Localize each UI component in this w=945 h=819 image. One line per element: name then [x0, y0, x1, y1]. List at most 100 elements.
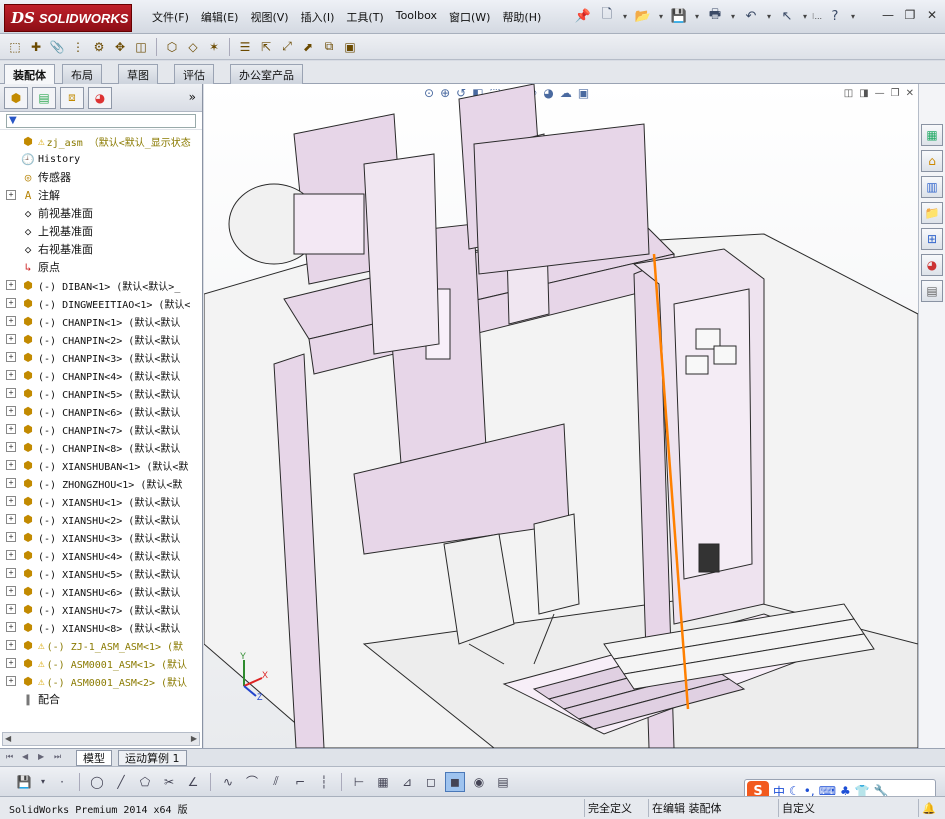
show-hidden-icon[interactable]: ◫ [132, 38, 150, 56]
scroll-left-icon[interactable]: ◀ [5, 734, 11, 743]
tree-node[interactable]: + ⬢ (-) XIANSHUBAN<1> (默认<默 [0, 456, 202, 474]
custom-properties-icon[interactable]: ▤ [921, 280, 943, 302]
tree-node[interactable]: 🕘 History [0, 150, 202, 168]
tree-horizontal-scrollbar[interactable]: ◀ ▶ [2, 732, 200, 746]
tree-node[interactable]: + ⬢ (-) XIANSHU<4> (默认<默认 [0, 546, 202, 564]
tree-node[interactable]: + ⬢ (-) CHANPIN<8> (默认<默认 [0, 438, 202, 456]
notification-icon[interactable]: 🔔 [918, 799, 939, 817]
sketch-fillet-icon[interactable]: ⌒ [242, 772, 262, 792]
shaded-view-icon[interactable]: ◼ [445, 771, 465, 792]
expand-icon[interactable]: + [6, 334, 16, 344]
solidworks-resources-icon[interactable]: ▦ [921, 124, 943, 146]
first-tab-icon[interactable]: ⏮ [6, 752, 13, 762]
expand-icon[interactable]: + [6, 406, 16, 416]
chevron-down-icon[interactable]: ▾ [764, 6, 774, 26]
file-explorer-icon[interactable]: 📁 [921, 202, 943, 224]
tab-assembly[interactable]: 装配体 [4, 64, 55, 84]
tree-node[interactable]: ◎ 传感器 [0, 168, 202, 186]
new-part-icon[interactable]: ✚ [27, 38, 45, 56]
tree-node[interactable]: + ⬢ ⚠ (-) ZJ-1_ASM_ASM<1> (默 [0, 636, 202, 654]
smart-dimension-icon[interactable]: ⊢ [349, 772, 369, 792]
minimize-icon[interactable]: — [879, 6, 897, 24]
expand-icon[interactable]: + [6, 586, 16, 596]
undo-icon[interactable]: ↶ [740, 6, 762, 26]
next-tab-icon[interactable]: ▶ [38, 752, 44, 761]
tree-node[interactable]: + ⬢ (-) DIBAN<1> (默认<默认>_ [0, 276, 202, 294]
expand-icon[interactable]: + [6, 640, 16, 650]
tree-node[interactable]: + ⬢ (-) CHANPIN<1> (默认<默认 [0, 312, 202, 330]
feature-manager-tab-icon[interactable]: ⬢ [4, 86, 28, 109]
design-library-icon[interactable]: ▥ [921, 176, 943, 198]
tree-node[interactable]: + ⬢ (-) CHANPIN<7> (默认<默认 [0, 420, 202, 438]
expand-icon[interactable]: + [6, 190, 16, 200]
home-icon[interactable]: ⌂ [921, 150, 943, 172]
expand-icon[interactable]: + [6, 280, 16, 290]
relation-icon[interactable]: ⊿ [397, 772, 417, 792]
scroll-right-icon[interactable]: ▶ [191, 734, 197, 743]
tree-node[interactable]: + ⬢ ⚠ (-) ASM0001_ASM<2> (默认 [0, 672, 202, 690]
chevron-down-icon[interactable]: ▾ [848, 6, 858, 26]
tree-node[interactable]: + ⬢ (-) ZHONGZHOU<1> (默认<默 [0, 474, 202, 492]
tree-node[interactable]: + ⬢ (-) XIANSHU<6> (默认<默认 [0, 582, 202, 600]
tab-office-products[interactable]: 办公室产品 [230, 64, 303, 84]
expand-icon[interactable]: + [6, 532, 16, 542]
menu-help[interactable]: 帮助(H) [496, 9, 547, 25]
configuration-manager-tab-icon[interactable]: ⧈ [60, 86, 84, 109]
tree-node[interactable]: + ⬢ (-) CHANPIN<6> (默认<默认 [0, 402, 202, 420]
spline-icon[interactable]: ∿ [218, 772, 238, 792]
line-icon[interactable]: ╱ [111, 772, 131, 792]
smart-fasteners-icon[interactable]: ⚙ [90, 38, 108, 56]
tree-node[interactable]: + A 注解 [0, 186, 202, 204]
graphics-area[interactable]: ⊙ ⊕ ↺ ◧ ⬚ ◈ 👁 ◕ ☁ ▣ ◫ ◨ — ❐ ✕ [204, 84, 918, 748]
expand-icon[interactable]: + [6, 568, 16, 578]
point-icon[interactable]: · [52, 772, 72, 792]
circle-icon[interactable]: ◯ [87, 772, 107, 792]
chevron-down-icon[interactable]: ▾ [800, 6, 810, 26]
expand-icon[interactable]: + [6, 550, 16, 560]
print-icon[interactable]: 🖶 [704, 6, 726, 26]
move-component-icon[interactable]: ✥ [111, 38, 129, 56]
prev-tab-icon[interactable]: ◀ [22, 752, 28, 761]
expand-icon[interactable]: + [6, 316, 16, 326]
overflow-indicator[interactable]: ⁝... [812, 6, 822, 26]
expand-icon[interactable]: + [6, 442, 16, 452]
corner-icon[interactable]: ⌐ [290, 772, 310, 792]
chevron-down-icon[interactable]: ▾ [620, 6, 630, 26]
tree-node[interactable]: + ⬢ (-) XIANSHU<8> (默认<默认 [0, 618, 202, 636]
tree-node[interactable]: + ⬢ (-) CHANPIN<2> (默认<默认 [0, 330, 202, 348]
tree-node[interactable]: ↳ 原点 [0, 258, 202, 276]
chevron-down-icon[interactable]: ▾ [656, 6, 666, 26]
snapshot-icon[interactable]: ▣ [341, 38, 359, 56]
tree-root[interactable]: ⬢ ⚠ zj_asm （默认<默认_显示状态 [0, 132, 202, 150]
reference-geometry-icon[interactable]: ◇ [184, 38, 202, 56]
interference-detection-icon[interactable]: ⧉ [320, 38, 338, 56]
expand-icon[interactable]: + [6, 424, 16, 434]
expand-icon[interactable]: + [6, 604, 16, 614]
filter-input[interactable]: ▼ [6, 113, 196, 128]
tab-evaluate[interactable]: 评估 [174, 64, 214, 84]
expand-icon[interactable]: + [6, 460, 16, 470]
explode-line-sketch-icon[interactable]: ⤢ [278, 38, 296, 56]
linear-pattern-icon[interactable]: ⋮ [69, 38, 87, 56]
menu-insert[interactable]: 插入(I) [295, 9, 341, 25]
open-folder-icon[interactable]: 📂 [632, 6, 654, 26]
exploded-view-icon[interactable]: ⇱ [257, 38, 275, 56]
mate-icon[interactable]: 📎 [48, 38, 66, 56]
bill-of-materials-icon[interactable]: ☰ [236, 38, 254, 56]
tree-node[interactable]: + ⬢ (-) DINGWEEITIAO<1> (默认< [0, 294, 202, 312]
expand-icon[interactable]: + [6, 478, 16, 488]
tree-node[interactable]: + ⬢ (-) CHANPIN<5> (默认<默认 [0, 384, 202, 402]
chevron-down-icon[interactable]: ▾ [38, 772, 48, 792]
view-palette-icon[interactable]: ⊞ [921, 228, 943, 250]
offset-icon[interactable]: ⫽ [266, 772, 286, 792]
tree-node[interactable]: + ⬢ (-) XIANSHU<7> (默认<默认 [0, 600, 202, 618]
expand-icon[interactable]: + [6, 658, 16, 668]
appearances-icon[interactable]: ◕ [921, 254, 943, 276]
tree-node[interactable]: ∥ 配合 [0, 690, 202, 708]
expand-icon[interactable]: + [6, 298, 16, 308]
chevron-down-icon[interactable]: ▾ [692, 6, 702, 26]
save-icon[interactable]: 💾 [668, 6, 690, 26]
save-icon[interactable]: 💾 [14, 772, 34, 792]
construction-line-icon[interactable]: ┆ [314, 772, 334, 792]
help-icon[interactable]: ? [824, 6, 846, 26]
